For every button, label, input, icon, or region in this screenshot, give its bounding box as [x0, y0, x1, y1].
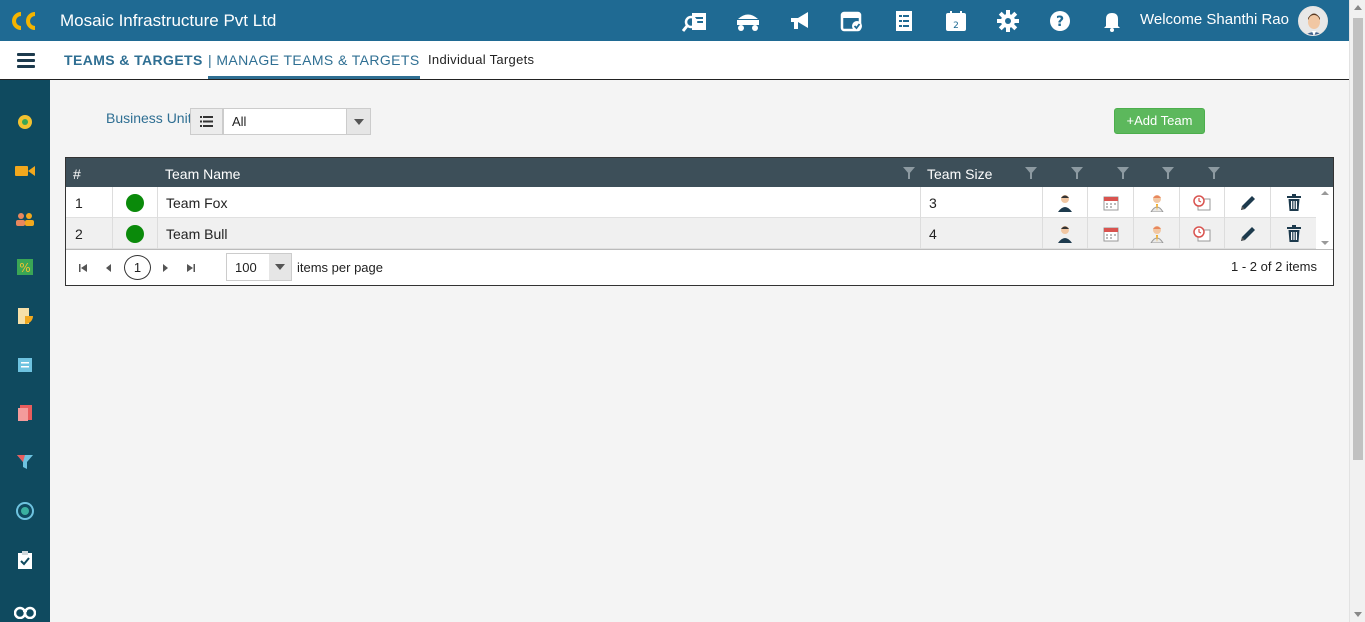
chevron-down-icon[interactable] — [269, 254, 291, 280]
previous-page-icon[interactable] — [102, 261, 116, 275]
users-icon[interactable] — [14, 208, 36, 230]
menu-toggle-icon[interactable] — [17, 53, 35, 69]
team-size-cell: 3 — [921, 187, 1043, 218]
assign-member-icon[interactable] — [1043, 218, 1088, 249]
team-size-cell: 4 — [921, 218, 1043, 249]
report-icon[interactable] — [14, 305, 36, 327]
page-size-select[interactable]: 100 — [226, 253, 292, 281]
page-scrollbar[interactable] — [1349, 0, 1365, 622]
scroll-down-icon[interactable] — [1354, 612, 1362, 617]
video-icon[interactable] — [14, 160, 36, 182]
status-dot — [126, 224, 144, 243]
help-icon[interactable]: ? — [1034, 0, 1086, 41]
list-icon — [190, 108, 223, 135]
items-per-page-label: items per page — [297, 260, 383, 275]
row-number: 2 — [66, 218, 113, 249]
first-page-icon[interactable] — [76, 261, 90, 275]
funnel-icon[interactable] — [14, 451, 36, 473]
app-logo[interactable] — [0, 0, 50, 41]
company-name: Mosaic Infrastructure Pvt Ltd — [60, 10, 277, 30]
member-target-icon[interactable] — [1134, 187, 1180, 218]
column-header-team-size[interactable]: Team Size — [927, 166, 992, 182]
calendar-icon[interactable]: 2 — [930, 0, 982, 41]
chevron-down-icon[interactable] — [346, 109, 370, 134]
grid-header: # Team Name Team Size — [66, 158, 1333, 187]
edit-icon[interactable] — [1225, 218, 1271, 249]
dashboard-gear-icon[interactable] — [14, 111, 36, 133]
assign-member-icon[interactable] — [1043, 187, 1088, 218]
status-dot — [126, 193, 144, 212]
business-unit-label: Business Unit — [106, 110, 192, 126]
megaphone-icon[interactable] — [774, 0, 826, 41]
teams-grid: # Team Name Team Size 1 Team Fox 3 2 Tea… — [65, 157, 1334, 286]
top-bar: Mosaic Infrastructure Pvt Ltd 2 ? Welcom… — [0, 0, 1349, 41]
delete-icon[interactable] — [1271, 218, 1316, 249]
scroll-thumb[interactable] — [1353, 18, 1363, 460]
grid-scrollbar[interactable] — [1317, 187, 1333, 249]
truck-icon[interactable] — [722, 0, 774, 41]
clipboard-check-icon[interactable] — [14, 549, 36, 571]
current-page-button[interactable]: 1 — [124, 255, 151, 280]
svg-text:?: ? — [1056, 14, 1064, 30]
schedule-calendar-icon[interactable] — [1088, 218, 1134, 249]
checklist-icon[interactable] — [878, 0, 930, 41]
welcome-text: Welcome Shanthi Rao — [1140, 11, 1289, 28]
filter-icon[interactable] — [1117, 167, 1129, 179]
svg-text:%: % — [19, 261, 30, 275]
svg-text:2: 2 — [953, 21, 959, 31]
team-name-cell[interactable]: Team Bull — [158, 218, 921, 249]
binoculars-icon[interactable] — [14, 600, 36, 622]
column-header-team-name[interactable]: Team Name — [165, 166, 240, 182]
business-unit-value: All — [232, 114, 247, 129]
notes-icon[interactable] — [14, 354, 36, 376]
target-icon[interactable] — [14, 500, 36, 522]
filter-icon[interactable] — [1071, 167, 1083, 179]
table-row[interactable]: 1 Team Fox 3 — [66, 187, 1316, 218]
edit-icon[interactable] — [1225, 187, 1271, 218]
status-indicator — [113, 218, 158, 249]
bell-icon[interactable] — [1086, 0, 1138, 41]
page-size-value: 100 — [235, 260, 257, 275]
schedule-calendar-icon[interactable] — [1088, 187, 1134, 218]
book-icon[interactable] — [14, 402, 36, 424]
tab-individual-targets[interactable]: Individual Targets — [428, 52, 534, 67]
column-header-number[interactable]: # — [73, 166, 81, 182]
filter-icon[interactable] — [1208, 167, 1220, 179]
time-schedule-icon[interactable] — [1180, 187, 1225, 218]
team-name-cell[interactable]: Team Fox — [158, 187, 921, 218]
table-row[interactable]: 2 Team Bull 4 — [66, 218, 1316, 249]
member-target-icon[interactable] — [1134, 218, 1180, 249]
sidebar: % — [0, 80, 50, 622]
filter-icon[interactable] — [1025, 167, 1037, 179]
time-schedule-icon[interactable] — [1180, 218, 1225, 249]
scroll-up-icon[interactable] — [1354, 5, 1362, 10]
percent-icon[interactable]: % — [14, 256, 36, 278]
pager: 1 100 items per page 1 - 2 of 2 items — [66, 249, 1333, 285]
tab-teams-targets[interactable]: TEAMS & TARGETS — [64, 52, 203, 68]
add-team-button[interactable]: +Add Team — [1114, 108, 1205, 134]
row-number: 1 — [66, 187, 113, 218]
delete-icon[interactable] — [1271, 187, 1316, 218]
tab-manage-teams-targets[interactable]: | MANAGE TEAMS & TARGETS — [208, 52, 420, 79]
pager-info: 1 - 2 of 2 items — [1231, 259, 1317, 274]
next-page-icon[interactable] — [158, 261, 172, 275]
status-indicator — [113, 187, 158, 218]
calendar-check-icon[interactable] — [826, 0, 878, 41]
sub-navigation: TEAMS & TARGETS | MANAGE TEAMS & TARGETS… — [0, 41, 1349, 80]
search-report-icon[interactable] — [670, 0, 722, 41]
filter-icon[interactable] — [903, 167, 915, 179]
avatar[interactable] — [1298, 6, 1328, 36]
gear-icon[interactable] — [982, 0, 1034, 41]
last-page-icon[interactable] — [184, 261, 198, 275]
business-unit-select[interactable]: All — [223, 108, 371, 135]
filter-icon[interactable] — [1162, 167, 1174, 179]
